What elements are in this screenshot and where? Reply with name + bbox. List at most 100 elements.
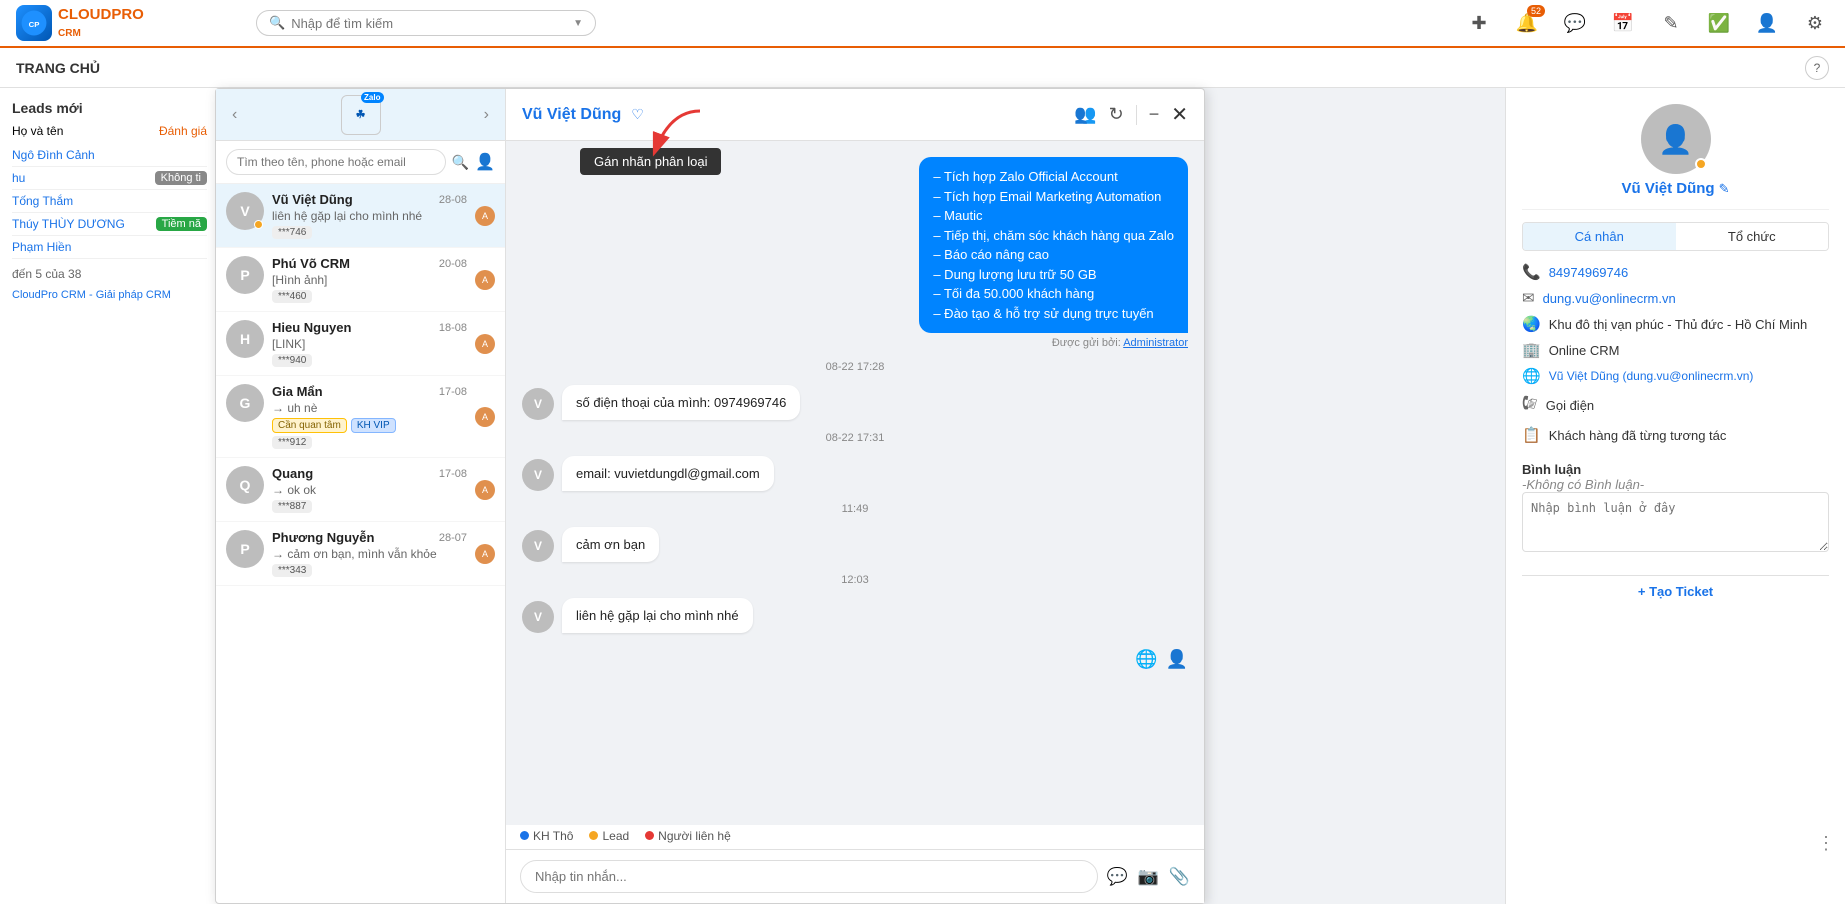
contact-item-3[interactable]: H Hieu Nguyen 18-08 [LINK] ***940 A [216,312,505,376]
customer-phone[interactable]: 84974969746 [1549,265,1629,280]
dot-lead [589,831,598,840]
customer-interact-row: 📋 Khách hàng đã từng tương tác [1522,426,1829,444]
msg-bubble-recv-2: email: vuvietdungdl@gmail.com [562,456,774,491]
chevron-down-icon: ▼ [573,18,583,29]
chat-conversation: Vũ Việt Dũng ♡ 👥 ↻ − ✕ – Tích hợp Zalo O… [506,89,1204,903]
search-bar[interactable]: 🔍 ▼ [256,10,596,36]
avatar-6: P [226,530,264,568]
crm-row: Phạm Hiền [12,236,207,259]
image-icon[interactable]: 📷 [1138,867,1159,887]
contact-list: V Vũ Việt Dũng 28-08 liên hệ gặp lại cho… [216,184,505,903]
conversation-name: Vũ Việt Dũng [522,106,621,124]
svg-text:CP: CP [29,20,40,29]
legend-lead: Lead [602,829,629,843]
contact-tag-3: ***940 [272,354,312,367]
legend-kh-tho: KH Thô [533,829,573,843]
customer-name: Vũ Việt Dũng [1622,180,1715,197]
next-arrow[interactable]: › [480,102,493,128]
contact-tag-2: ***460 [272,290,312,303]
search-input[interactable] [291,16,565,31]
message-input[interactable] [520,860,1098,893]
contact-date-5: 17-08 [439,468,467,480]
location-icon: 🌏 [1522,315,1541,333]
person-icon[interactable]: 👤 [1166,649,1188,670]
prev-arrow[interactable]: ‹ [228,102,241,128]
contact-item-6[interactable]: P Phương Nguyễn 28-07 → cảm ơn bạn, mình… [216,522,505,586]
call-icon: 🕼 [1522,393,1538,418]
logo-area: CP CLOUDPRO CRM [16,5,176,41]
chat-search-input[interactable] [226,149,446,175]
agent-icon-1: A [475,206,495,226]
time-2: 08-22 17:31 [522,432,1188,444]
contact-date-4: 17-08 [439,386,467,398]
lead-name-4: Thúy THÙY DƯƠNG [12,217,156,231]
search-icon[interactable]: 🔍 [452,154,469,171]
contact-item-4[interactable]: G Gia Mẩn 17-08 → uh nè Cần quan tâm KH … [216,376,505,458]
customer-social-row: 🌐 Vũ Việt Dũng (dung.vu@onlinecrm.vn) [1522,367,1829,385]
comment-title: Bình luận [1522,462,1829,477]
customer-company-row: 🏢 Online CRM [1522,341,1829,359]
edit-icon[interactable]: ✎ [1719,181,1730,197]
calendar-icon[interactable]: 📅 [1609,9,1637,37]
msg-bubble-recv-4: liên hệ gặp lại cho mình nhé [562,598,753,633]
globe-icon[interactable]: 🌐 [1135,649,1157,670]
group-icon[interactable]: 👥 [1074,104,1096,125]
recv-avatar-2: V [522,459,554,491]
close-icon[interactable]: ✕ [1171,102,1188,127]
customer-call: Gọi điện [1546,398,1594,413]
contact-item-2[interactable]: P Phú Võ CRM 20-08 [Hình ảnh] ***460 A [216,248,505,312]
avatar-2: P [226,256,264,294]
notification-icon[interactable]: 🔔 52 [1513,9,1541,37]
tab-ca-nhan[interactable]: Cá nhân [1523,223,1676,250]
chart-icon[interactable]: ✎ [1657,9,1685,37]
lead-name-3: Tống Thắm [12,194,207,208]
crm-leads-title: Leads mới [12,100,207,116]
agent-icon-5: A [475,480,495,500]
contact-msg-1: liên hệ gặp lại cho mình nhé [272,209,467,223]
lead-name-5: Phạm Hiền [12,240,207,254]
customer-email[interactable]: dung.vu@onlinecrm.vn [1543,291,1676,306]
create-ticket-button[interactable]: + Tạo Ticket [1522,575,1829,607]
contact-info-6: Phương Nguyễn 28-07 → cảm ơn bạn, mình v… [272,530,467,577]
contact-tag-can-quan-tam: Cần quan tâm [272,418,347,433]
chat-conv-actions: 👥 ↻ − ✕ [1074,102,1188,127]
contact-item-1[interactable]: V Vũ Việt Dũng 28-08 liên hệ gặp lại cho… [216,184,505,248]
tasks-icon[interactable]: ✅ [1705,9,1733,37]
lead-badge-4: Tiềm nă [156,217,207,231]
dot-nguoi-lien-he [645,831,654,840]
emoji-icon[interactable]: 💬 [1106,867,1127,887]
chat-search-area: 🔍 👤 [216,141,505,184]
comment-input[interactable] [1522,492,1829,552]
settings-icon[interactable]: ⚙ [1801,9,1829,37]
contact-item-5[interactable]: Q Quang 17-08 → ok ok ***887 A [216,458,505,522]
contact-msg-6: → cảm ơn bạn, mình vẫn khỏe [272,547,467,561]
more-options-icon[interactable]: ⋮ [1817,833,1835,854]
phone-icon: 📞 [1522,263,1541,281]
divider [1136,105,1137,125]
attach-icon[interactable]: 📎 [1169,867,1190,887]
customer-avatar: 👤 [1641,104,1711,174]
user-icon[interactable]: 👤 [1753,9,1781,37]
help-icon[interactable]: ? [1805,56,1829,80]
chat-icon[interactable]: 💬 [1561,9,1589,37]
agent-icon-4: A [475,407,495,427]
contact-msg-2: [Hình ảnh] [272,273,467,287]
social-icon: 🌐 [1522,367,1541,385]
customer-interact: Khách hàng đã từng tương tác [1549,428,1727,443]
logo-text: CLOUDPRO CRM [58,6,144,40]
chat-input-row: 💬 📷 📎 [520,860,1190,893]
received-message-4: V liên hệ gặp lại cho mình nhé [522,598,1188,633]
customer-email-row: ✉ dung.vu@onlinecrm.vn [1522,289,1829,307]
admin-link[interactable]: Administrator [1123,337,1188,349]
contact-info-4: Gia Mẩn 17-08 → uh nè Cần quan tâm KH VI… [272,384,467,449]
refresh-icon[interactable]: ↻ [1109,104,1124,125]
agent-icon-2: A [475,270,495,290]
add-icon[interactable]: ✚ [1465,9,1493,37]
tab-to-chuc[interactable]: Tổ chức [1676,223,1829,250]
minimize-icon[interactable]: − [1149,104,1160,125]
contact-msg-5: → ok ok [272,483,467,497]
crm-row: Tống Thắm [12,190,207,213]
add-contact-icon[interactable]: 👤 [475,152,495,172]
customer-social[interactable]: Vũ Việt Dũng (dung.vu@onlinecrm.vn) [1549,369,1754,383]
interact-icon: 📋 [1522,426,1541,444]
